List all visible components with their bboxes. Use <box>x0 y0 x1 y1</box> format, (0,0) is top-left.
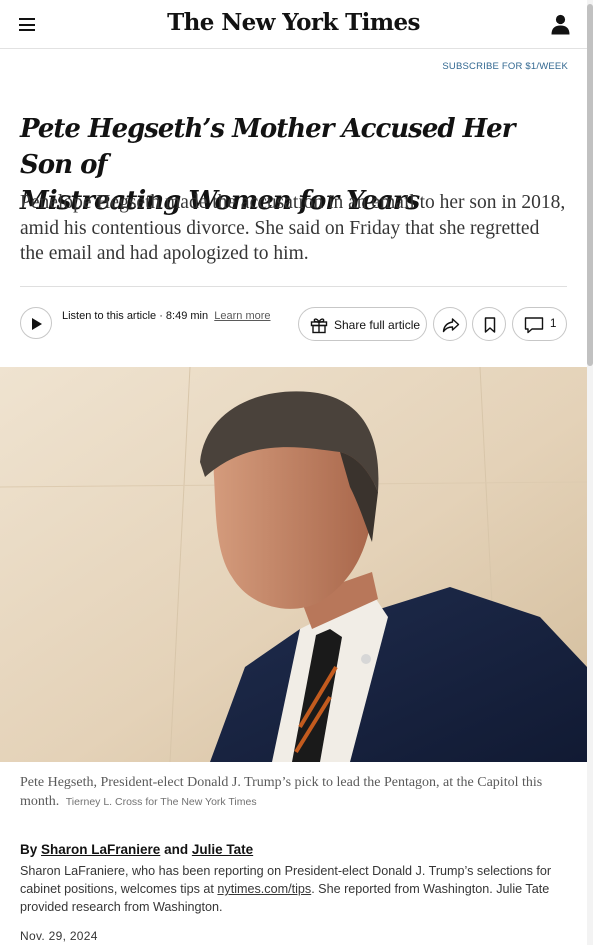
byline-conjunction: and <box>164 842 189 857</box>
play-audio-button[interactable] <box>20 307 52 339</box>
photo-illustration <box>0 367 587 762</box>
bookmark-icon <box>484 317 496 333</box>
share-full-article-button[interactable]: Share full article <box>298 307 427 341</box>
share-label: Share full article <box>334 318 421 332</box>
gift-icon <box>310 318 328 334</box>
photo-credit: Tierney L. Cross for The New York Times <box>65 796 257 808</box>
user-account-icon[interactable] <box>551 14 570 35</box>
publish-date: Nov. 29, 2024 <box>20 929 98 943</box>
byline-prefix: By <box>20 842 38 857</box>
headline-line-1: Pete Hegseth’s Mother Accused Her Son of <box>20 114 515 180</box>
nyt-logo[interactable]: The New York Times <box>0 9 587 36</box>
share-button[interactable] <box>433 307 467 341</box>
listen-label: Listen to this article · 8:49 min <box>62 310 209 322</box>
comments-button[interactable]: 1 <box>512 307 567 341</box>
author-bio: Sharon LaFraniere, who has been reportin… <box>20 862 573 916</box>
listen-info: Listen to this article · 8:49 min Learn … <box>62 310 272 322</box>
article-summary: Penelope Hegseth made the accusation in … <box>20 192 566 264</box>
byline: By Sharon LaFraniere and Julie Tate <box>20 842 253 857</box>
divider <box>20 286 567 287</box>
masthead: The New York Times <box>0 0 587 49</box>
subscribe-link[interactable]: SUBSCRIBE FOR $1/WEEK <box>442 61 568 72</box>
author-link-1[interactable]: Sharon LaFraniere <box>41 842 160 857</box>
share-arrow-icon <box>442 318 460 333</box>
save-bookmark-button[interactable] <box>472 307 506 341</box>
author-link-2[interactable]: Julie Tate <box>192 842 253 857</box>
scrollbar-thumb[interactable] <box>587 4 593 366</box>
article-photo <box>0 367 587 762</box>
tips-link[interactable]: nytimes.com/tips <box>217 882 311 896</box>
learn-more-link[interactable]: Learn more <box>214 310 270 322</box>
play-icon <box>32 318 42 330</box>
photo-caption: Pete Hegseth, President-elect Donald J. … <box>20 773 565 812</box>
comment-count: 1 <box>550 318 557 330</box>
comment-bubble-icon <box>524 317 544 334</box>
